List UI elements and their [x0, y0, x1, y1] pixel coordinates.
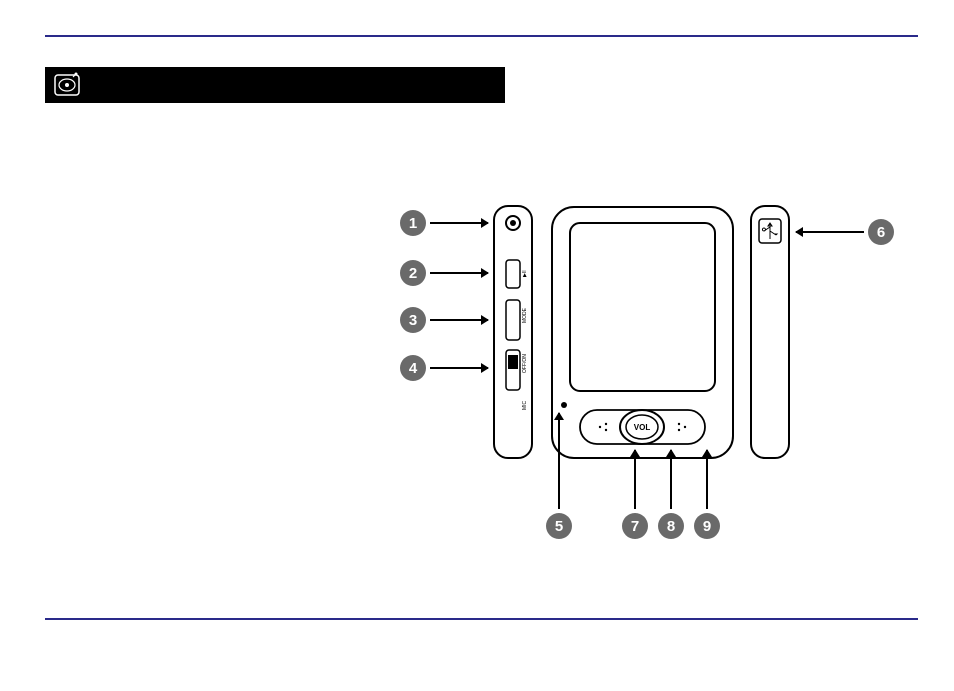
- device-right-side-view: [750, 205, 790, 460]
- callout-3: 3: [400, 307, 426, 333]
- device-diagram: ▶II MODE OFF/ON MIC: [430, 195, 950, 555]
- callout-2-arrow: [430, 272, 488, 274]
- callout-1: 1: [400, 210, 426, 236]
- section-title-bar: [45, 67, 505, 103]
- side-offon-label: OFF/ON: [522, 354, 528, 373]
- callout-5-arrow: [558, 413, 560, 509]
- device-side-view: ▶II MODE OFF/ON MIC: [493, 205, 533, 460]
- callout-8: 8: [658, 513, 684, 539]
- vol-button-label: VOL: [634, 423, 651, 432]
- manual-page: ▶II MODE OFF/ON MIC: [0, 0, 954, 691]
- side-mode-label: MODE: [522, 307, 528, 323]
- callout-7-arrow: [634, 450, 636, 509]
- front-controls: VOL: [580, 410, 705, 444]
- device-front-view: VOL: [550, 205, 735, 460]
- callout-4: 4: [400, 355, 426, 381]
- top-rule: [45, 35, 918, 37]
- callout-5: 5: [546, 513, 572, 539]
- callout-1-arrow: [430, 222, 488, 224]
- side-mic-label: MIC: [522, 400, 528, 410]
- callout-3-arrow: [430, 319, 488, 321]
- device-location-icon: [53, 71, 81, 99]
- callout-7: 7: [622, 513, 648, 539]
- callout-6-arrow: [796, 231, 864, 233]
- callout-8-arrow: [670, 450, 672, 509]
- side-play-icon-label: ▶II: [522, 270, 528, 277]
- callout-4-arrow: [430, 367, 488, 369]
- bottom-rule: [45, 618, 918, 620]
- callout-6: 6: [868, 219, 894, 245]
- callout-9: 9: [694, 513, 720, 539]
- callout-2: 2: [400, 260, 426, 286]
- usb-port-icon: [759, 219, 781, 243]
- callout-9-arrow: [706, 450, 708, 509]
